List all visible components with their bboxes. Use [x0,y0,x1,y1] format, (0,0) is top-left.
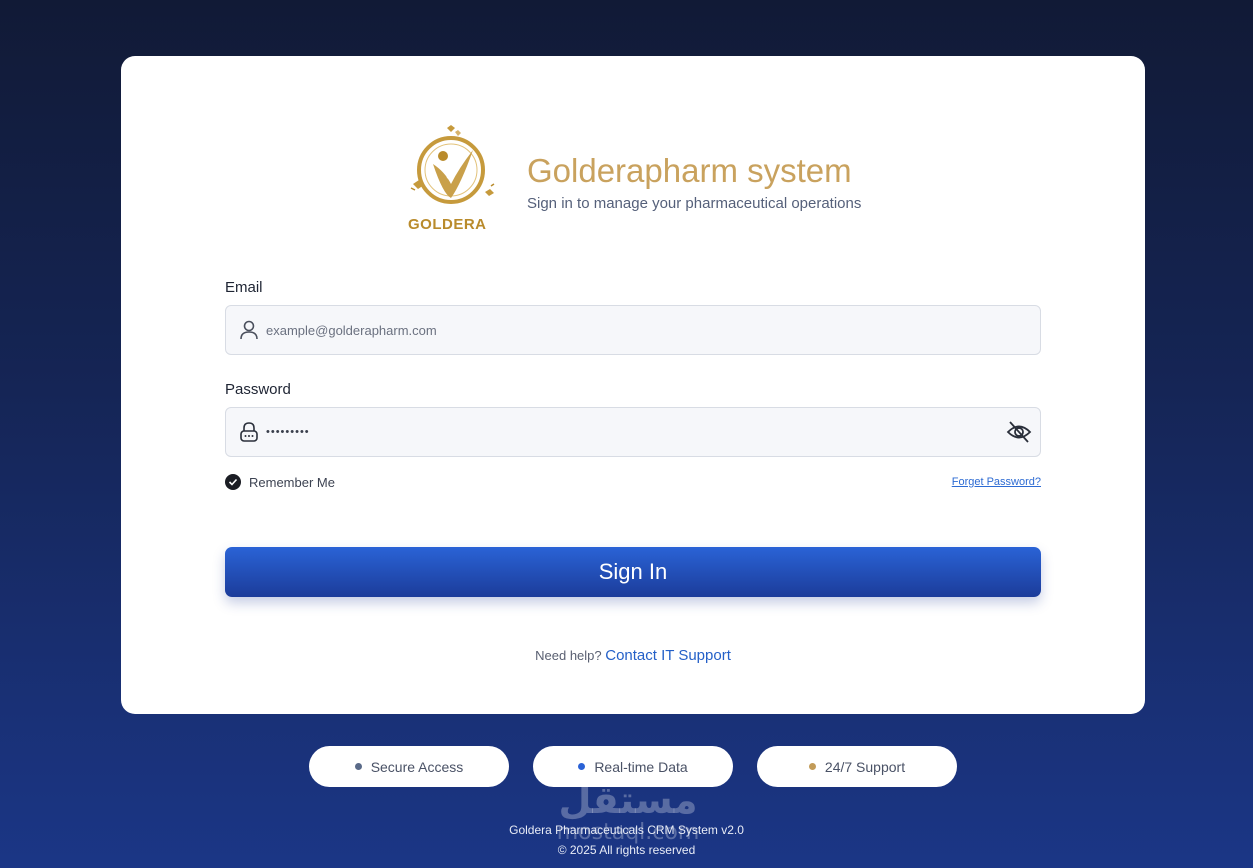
login-card: GOLDERA Golderapharm system Sign in to m… [121,56,1145,714]
help-prefix: Need help? [535,648,602,663]
goldera-logo: GOLDERA [403,124,499,236]
forgot-password-link[interactable]: Forget Password? [952,476,1041,488]
page-title: Golderapharm system [527,152,852,189]
badge-support: 24/7 Support [757,746,957,787]
user-icon [238,319,260,341]
email-input[interactable] [266,306,996,354]
mostaql-watermark: مستقل mostaql.com [548,778,708,852]
footer-version: Goldera Pharmaceuticals CRM System v2.0 [509,823,744,837]
logo-emblem-icon [410,125,495,204]
remember-me-label: Remember Me [249,474,335,490]
dot-icon [578,763,586,770]
password-label: Password [225,381,291,398]
dot-icon [808,763,816,770]
email-field-container [225,305,1041,355]
help-line: Need help? Contact IT Support [121,647,1145,664]
check-icon[interactable] [225,474,241,490]
sign-in-button[interactable]: Sign In [225,547,1041,597]
footer-copyright: © 2025 All rights reserved [557,843,696,857]
lock-icon [238,421,260,443]
remember-me-checkbox[interactable]: Remember Me [225,474,335,490]
password-field-container [225,407,1041,457]
page-subtitle: Sign in to manage your pharmaceutical op… [527,195,862,212]
badge-label: Real-time Data [594,758,688,775]
password-input[interactable] [266,408,996,456]
badge-label: 24/7 Support [824,758,906,775]
logo-wordmark: GOLDERA [408,216,487,233]
dot-icon [354,763,362,770]
email-label: Email [225,279,263,296]
badge-secure-access: Secure Access [309,746,509,787]
badge-label: Secure Access [370,758,464,775]
contact-it-support-link[interactable]: Contact IT Support [605,647,731,664]
brand-header: GOLDERA Golderapharm system Sign in to m… [403,124,883,236]
badge-real-time-data: Real-time Data [533,746,733,787]
eye-off-icon[interactable] [1006,420,1032,444]
